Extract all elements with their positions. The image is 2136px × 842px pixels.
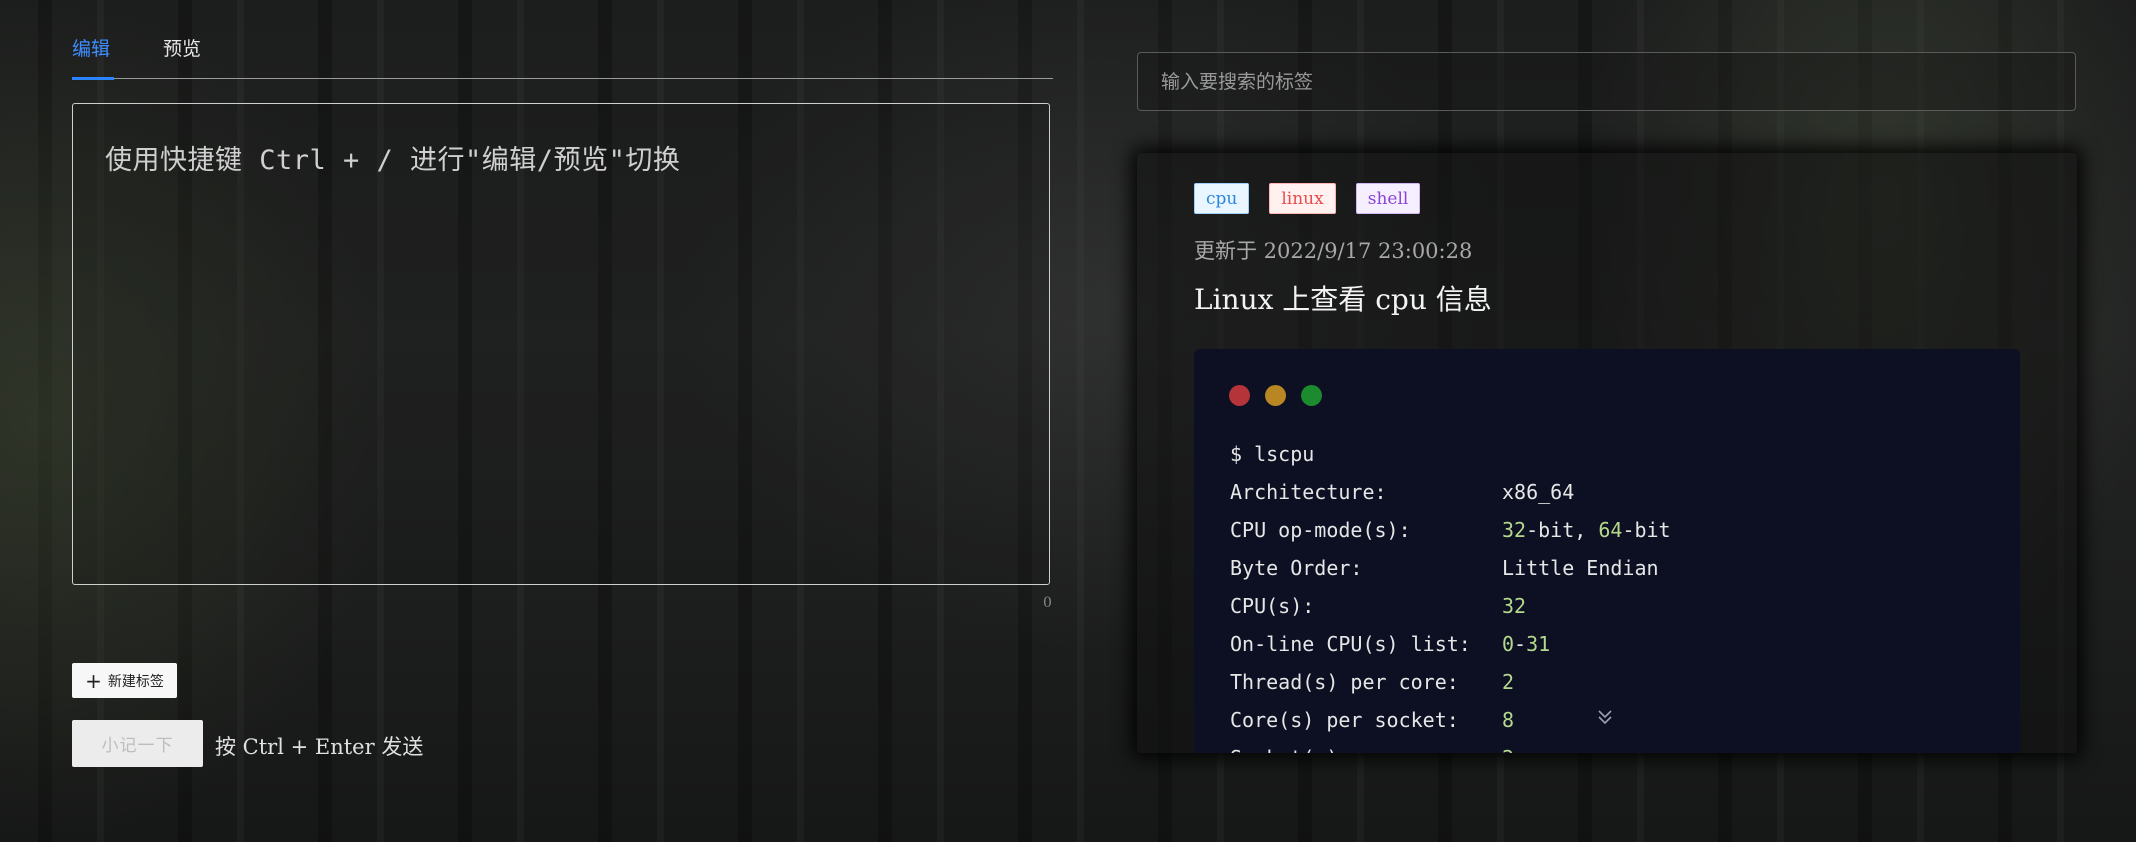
note-editor[interactable]: 使用快捷键 Ctrl + / 进行"编辑/预览"切换 <box>72 103 1050 585</box>
row-value: Little Endian <box>1502 556 1659 580</box>
row-text: -bit, <box>1526 518 1599 542</box>
row-number: 8 <box>1502 708 1515 732</box>
plus-icon: + <box>85 668 102 693</box>
note-tags: cpu linux shell <box>1194 183 1421 214</box>
terminal-row: CPU(s): 32 <box>1230 587 1671 625</box>
close-dot-icon <box>1229 385 1250 406</box>
tag-linux[interactable]: linux <box>1269 183 1336 214</box>
terminal-row: On-line CPU(s) list: 0-31 <box>1230 625 1671 663</box>
send-shortcut-hint: 按 Ctrl + Enter 发送 <box>215 735 424 759</box>
tab-preview[interactable]: 预览 <box>163 34 201 61</box>
note-title: Linux 上查看 cpu 信息 <box>1194 283 1492 316</box>
tag-search-input[interactable] <box>1137 52 2076 111</box>
new-tag-label: 新建标签 <box>107 673 164 690</box>
row-number: 0 <box>1502 632 1515 656</box>
row-key: Byte Order: <box>1230 556 1363 580</box>
maximize-dot-icon <box>1301 385 1322 406</box>
updated-timestamp: 更新于 2022/9/17 23:00:28 <box>1194 239 1473 263</box>
row-text: -bit <box>1622 518 1671 542</box>
row-key: On-line CPU(s) list: <box>1230 632 1471 656</box>
row-key: Thread(s) per core: <box>1230 670 1459 694</box>
expand-chevron-icon[interactable] <box>1590 703 1620 733</box>
tag-cpu[interactable]: cpu <box>1194 183 1250 214</box>
row-key: Architecture: <box>1230 480 1387 504</box>
char-count: 0 <box>1043 595 1052 611</box>
note-card: cpu linux shell 更新于 2022/9/17 23:00:28 L… <box>1137 153 2077 753</box>
row-number: 32 <box>1502 594 1527 618</box>
row-number: 2 <box>1502 670 1515 694</box>
terminal-command: $ lscpu <box>1230 442 1315 466</box>
row-key: CPU op-mode(s): <box>1230 518 1411 542</box>
row-number: 31 <box>1526 632 1551 656</box>
terminal-row: CPU op-mode(s): 32-bit, 64-bit <box>1230 511 1671 549</box>
terminal-row: Thread(s) per core: 2 <box>1230 663 1671 701</box>
tab-edit[interactable]: 编辑 <box>72 34 110 61</box>
tag-shell[interactable]: shell <box>1355 183 1421 214</box>
row-value: x86_64 <box>1502 480 1575 504</box>
row-number: 32 <box>1502 518 1527 542</box>
terminal-row: Architecture: x86_64 <box>1230 473 1671 511</box>
row-key: Core(s) per socket: <box>1230 708 1459 732</box>
send-button[interactable]: 小记一下 <box>72 720 203 767</box>
editor-tabs: 编辑 预览 <box>72 28 1053 80</box>
row-key: CPU(s): <box>1230 594 1315 618</box>
row-key: Socket(s): <box>1230 739 1502 753</box>
row-number: 2 <box>1502 746 1514 753</box>
window-controls <box>1229 385 1322 406</box>
row-text: - <box>1514 632 1527 656</box>
new-tag-button[interactable]: + 新建标签 <box>72 663 177 698</box>
minimize-dot-icon <box>1265 385 1286 406</box>
active-tab-indicator <box>72 77 114 80</box>
terminal-row: Byte Order: Little Endian <box>1230 549 1671 587</box>
editor-placeholder: 使用快捷键 Ctrl + / 进行"编辑/预览"切换 <box>105 145 681 176</box>
terminal-code-block: $ lscpu Architecture: x86_64 CPU op-mode(… <box>1194 349 2020 753</box>
terminal-row: Socket(s):2 <box>1230 739 1671 753</box>
row-number: 64 <box>1598 518 1623 542</box>
